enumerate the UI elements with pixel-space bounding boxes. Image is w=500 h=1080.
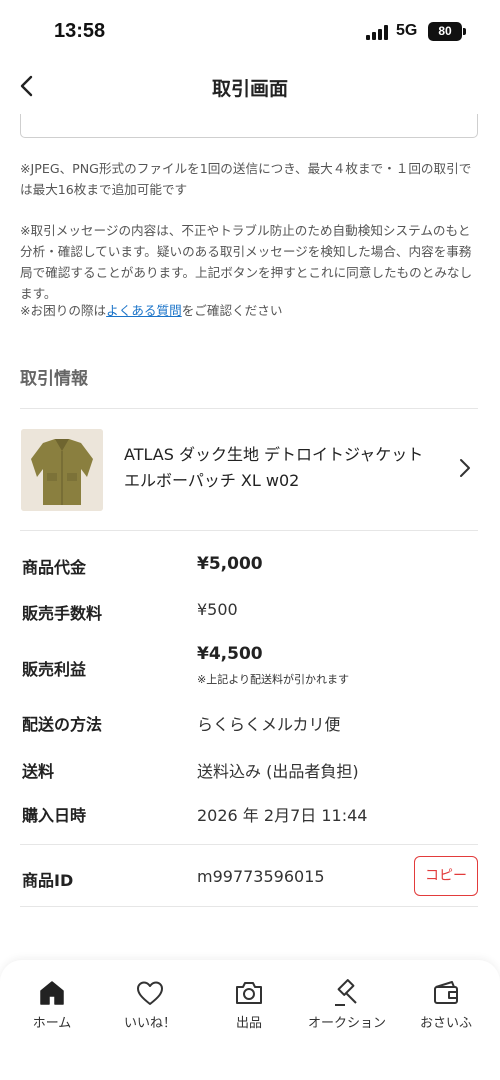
divider [20, 530, 478, 531]
status-bar: 13:58 5G 80 [0, 0, 500, 64]
chevron-right-icon [460, 459, 470, 477]
item-thumbnail [21, 429, 103, 511]
battery-icon: 80 [428, 22, 462, 41]
home-icon [40, 981, 64, 1005]
faq-link[interactable]: よくある質問 [106, 303, 182, 318]
status-time: 13:58 [54, 20, 106, 42]
upload-button-label [21, 114, 477, 125]
fee-value: ¥500 [197, 600, 238, 619]
divider [20, 906, 478, 907]
network-type: 5G [396, 22, 418, 39]
wallet-icon [434, 981, 458, 1004]
tab-label: 出品 [235, 1016, 262, 1031]
heart-icon [137, 981, 163, 1005]
tab-label: オークション [307, 1016, 386, 1031]
item-row[interactable]: ATLAS ダック生地 デトロイトジャケット エルボーパッチ XL w02 [0, 410, 500, 530]
divider [20, 844, 478, 845]
item-name: ATLAS ダック生地 デトロイトジャケット エルボーパッチ XL w02 [124, 445, 424, 490]
item-id-value: m99773596015 [197, 867, 325, 886]
tab-label: おさいふ [419, 1016, 472, 1031]
tab-label: いいね！ [123, 1016, 176, 1031]
tab-sell[interactable]: 出品 [199, 978, 299, 1038]
tab-likes[interactable]: いいね！ [100, 978, 200, 1038]
price-value: ¥5,000 [197, 554, 263, 574]
signal-icon [366, 24, 390, 40]
shipping-fee-value: 送料込み (出品者負担) [197, 762, 359, 781]
shipping-method-value: らくらくメルカリ便 [197, 715, 341, 734]
tab-wallet[interactable]: おさいふ [396, 978, 496, 1038]
main-content[interactable]: ※JPEG、PNG形式のファイルを1回の送信につき、最大４枚まで・１回の取引では… [0, 114, 500, 960]
fee-label: 販売手数料 [22, 604, 103, 623]
help-prefix: ※お困りの際は [20, 303, 107, 318]
shipping-fee-label: 送料 [22, 762, 55, 781]
purchase-date-label: 購入日時 [22, 806, 87, 825]
shipping-method-label: 配送の方法 [22, 715, 103, 734]
purchase-date-value: 2026 年 2月7日 11:44 [197, 806, 368, 825]
profit-value: ¥4,500 [197, 644, 263, 664]
tab-label: ホーム [32, 1016, 72, 1031]
price-label: 商品代金 [22, 558, 87, 577]
help-note: ※お困りの際はよくある質問をご確認ください [20, 300, 480, 321]
item-id-label: 商品ID [22, 871, 74, 890]
section-title: 取引情報 [20, 369, 88, 389]
profit-label: 販売利益 [22, 660, 87, 679]
upload-button[interactable] [20, 114, 478, 138]
gavel-icon [335, 979, 357, 1006]
battery-cap [463, 28, 466, 35]
tab-auction[interactable]: オークション [297, 978, 397, 1038]
message-note: ※取引メッセージの内容は、不正やトラブル防止のため自動検知システムのもと分析・確… [20, 223, 473, 301]
nav-bar: 取引画面 [0, 64, 500, 114]
divider [20, 408, 478, 409]
help-suffix: をご確認ください [181, 303, 283, 318]
tab-home[interactable]: ホーム [2, 978, 102, 1038]
profit-note: ※上記より配送料が引かれます [197, 673, 349, 686]
bottom-tab-bar: ホーム いいね！ 出品 オークション おさいふ [0, 960, 500, 1080]
camera-icon [236, 982, 262, 1004]
page-title: 取引画面 [211, 78, 288, 100]
copy-button[interactable]: コピー [414, 856, 478, 896]
upload-note: ※JPEG、PNG形式のファイルを1回の送信につき、最大４枚まで・１回の取引では… [20, 161, 472, 197]
